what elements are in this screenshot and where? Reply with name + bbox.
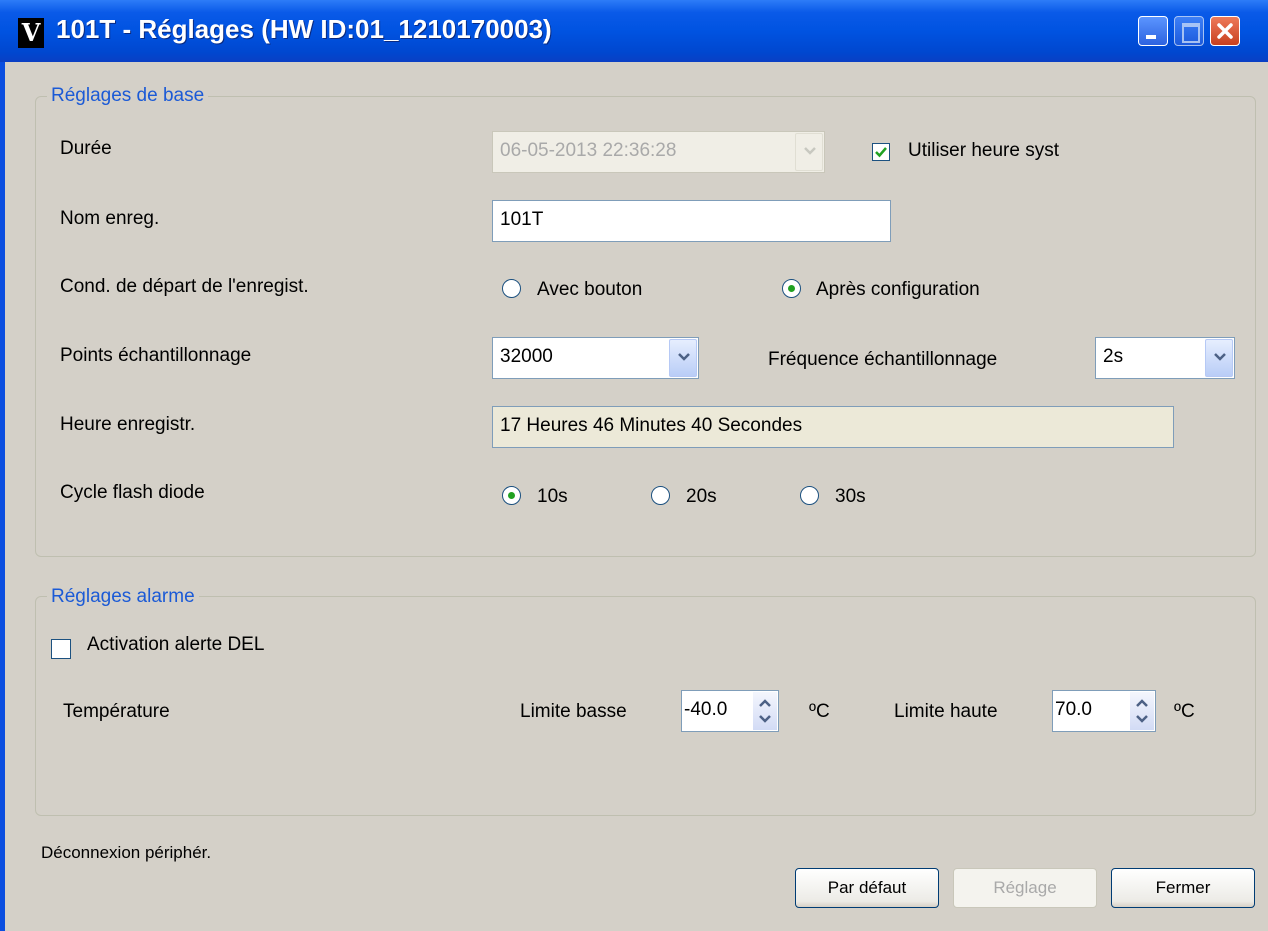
- high-limit-spinner-arrows[interactable]: [1130, 692, 1154, 730]
- app-logo-icon: V: [18, 18, 44, 48]
- status-text: Déconnexion périphér.: [41, 843, 212, 862]
- flash-cycle-label: Cycle flash diode: [60, 482, 205, 503]
- led-alert-checkbox[interactable]: [51, 639, 71, 659]
- settings-window: V 101T - Réglages (HW ID:01_1210170003) …: [0, 0, 1268, 931]
- duration-value: 06-05-2013 22:36:28: [500, 140, 677, 161]
- duration-datetime-picker[interactable]: 06-05-2013 22:36:28: [492, 131, 825, 173]
- close-icon: [1217, 23, 1233, 39]
- sampling-points-select[interactable]: 32000: [492, 337, 699, 379]
- use-system-time-checkbox[interactable]: [872, 143, 890, 161]
- chevron-up-icon: [1136, 699, 1148, 707]
- chevron-down-icon: [804, 147, 816, 155]
- flash-20s-radio[interactable]: [651, 486, 670, 505]
- high-limit-label: Limite haute: [894, 701, 998, 722]
- chevron-down-icon: [759, 715, 771, 723]
- title-bar[interactable]: V 101T - Réglages (HW ID:01_1210170003): [0, 0, 1268, 62]
- chevron-up-icon: [759, 699, 771, 707]
- sampling-frequency-dropdown-button[interactable]: [1205, 339, 1233, 377]
- flash-20s-label: 20s: [686, 486, 717, 507]
- sampling-points-value: 32000: [500, 346, 553, 367]
- use-system-time-label: Utiliser heure syst: [908, 140, 1059, 161]
- start-condition-label: Cond. de départ de l'enregist.: [60, 276, 309, 297]
- chevron-down-icon: [1214, 353, 1226, 361]
- flash-10s-radio[interactable]: [502, 486, 521, 505]
- low-limit-label: Limite basse: [520, 701, 627, 722]
- alarm-settings-legend: Réglages alarme: [47, 586, 199, 608]
- led-alert-label: Activation alerte DEL: [87, 634, 265, 655]
- sampling-points-label: Points échantillonnage: [60, 345, 252, 366]
- flash-30s-radio[interactable]: [800, 486, 819, 505]
- record-time-field: 17 Heures 46 Minutes 40 Secondes: [492, 406, 1174, 448]
- default-button[interactable]: Par défaut: [795, 868, 939, 908]
- chevron-down-icon: [678, 353, 690, 361]
- name-label: Nom enreg.: [60, 208, 160, 229]
- chevron-down-icon: [1136, 715, 1148, 723]
- start-after-config-radio[interactable]: [782, 279, 801, 298]
- checkmark-icon: [875, 147, 887, 158]
- name-input[interactable]: 101T: [492, 200, 891, 242]
- duration-label: Durée: [60, 138, 112, 159]
- minimize-button[interactable]: [1138, 16, 1168, 46]
- flash-10s-label: 10s: [537, 486, 568, 507]
- start-with-button-radio[interactable]: [502, 279, 521, 298]
- flash-30s-label: 30s: [835, 486, 866, 507]
- apply-button[interactable]: Réglage: [953, 868, 1097, 908]
- duration-dropdown-button[interactable]: [795, 133, 823, 171]
- record-time-label: Heure enregistr.: [60, 414, 196, 435]
- close-window-button[interactable]: [1210, 16, 1240, 46]
- temperature-label: Température: [63, 701, 170, 722]
- basic-settings-legend: Réglages de base: [47, 85, 209, 107]
- maximize-button[interactable]: [1174, 16, 1204, 46]
- start-after-config-label: Après configuration: [816, 279, 980, 300]
- record-time-value: 17 Heures 46 Minutes 40 Secondes: [500, 415, 803, 436]
- high-limit-unit: ºC: [1174, 701, 1195, 722]
- start-with-button-label: Avec bouton: [537, 279, 643, 300]
- high-limit-spinner[interactable]: 70.0: [1052, 690, 1156, 732]
- low-limit-spinner[interactable]: -40.0: [681, 690, 779, 732]
- low-limit-spinner-arrows[interactable]: [753, 692, 777, 730]
- close-button[interactable]: Fermer: [1111, 868, 1255, 908]
- sampling-frequency-value: 2s: [1103, 346, 1124, 367]
- low-limit-value: -40.0: [684, 699, 728, 720]
- sampling-points-dropdown-button[interactable]: [669, 339, 697, 377]
- window-title: 101T - Réglages (HW ID:01_1210170003): [56, 14, 552, 44]
- sampling-frequency-select[interactable]: 2s: [1095, 337, 1235, 379]
- sampling-frequency-label: Fréquence échantillonnage: [768, 349, 998, 370]
- name-value: 101T: [500, 209, 544, 230]
- high-limit-value: 70.0: [1055, 699, 1092, 720]
- low-limit-unit: ºC: [809, 701, 830, 722]
